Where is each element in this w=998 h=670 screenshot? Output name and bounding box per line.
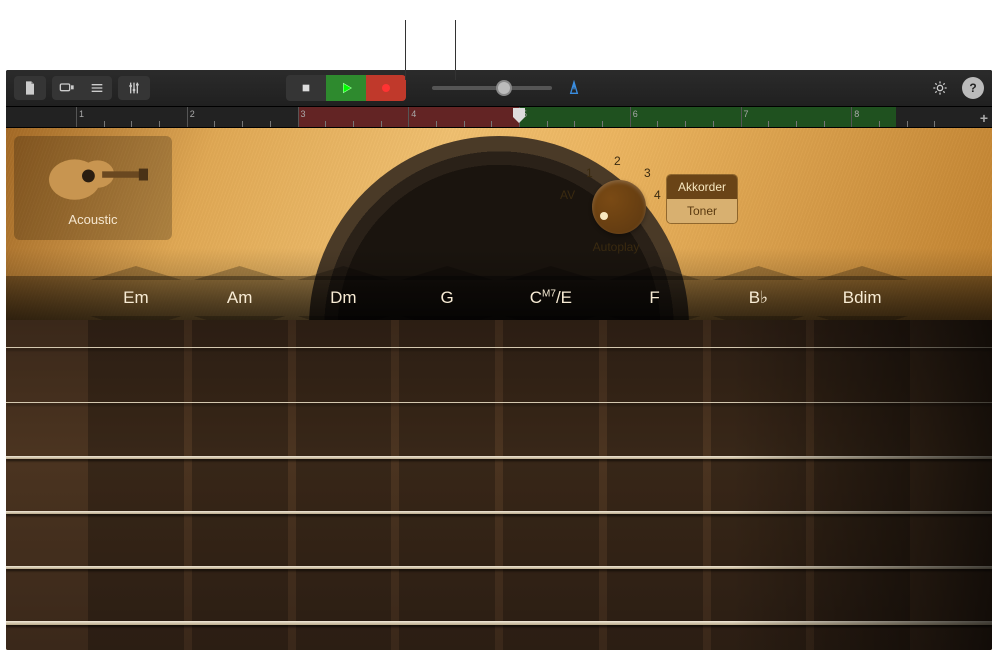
autoplay-tick-3: 3 — [644, 166, 651, 180]
ruler-bar-number: 8 — [854, 109, 859, 119]
stop-button[interactable] — [286, 75, 326, 101]
metronome-button[interactable] — [558, 76, 590, 100]
chord-button[interactable]: CM7/E — [499, 276, 603, 320]
ruler-barline — [851, 107, 852, 127]
record-icon — [378, 80, 394, 96]
chord-button[interactable]: G — [395, 276, 499, 320]
chord-button[interactable]: F — [603, 276, 707, 320]
ruler-barline — [408, 107, 409, 127]
ruler-barline — [298, 107, 299, 127]
ruler-barline — [187, 107, 188, 127]
play-icon — [338, 80, 354, 96]
string-row[interactable] — [6, 485, 992, 540]
add-section-button[interactable]: + — [980, 110, 988, 126]
string-row[interactable] — [6, 540, 992, 595]
guitar-string — [6, 456, 992, 458]
guitar-string — [6, 621, 992, 625]
ruler-bar-number: 3 — [301, 109, 306, 119]
playhead[interactable] — [512, 107, 526, 127]
ruler-bar-number: 7 — [744, 109, 749, 119]
autoplay-off-label: AV — [560, 188, 575, 202]
callout-overlay — [0, 0, 998, 70]
list-icon — [89, 80, 105, 96]
ruler-bar-number: 6 — [633, 109, 638, 119]
track-controls-button[interactable] — [118, 76, 150, 100]
timeline-ruler[interactable]: 12345678 + — [6, 106, 992, 128]
cycle-region-active — [519, 107, 896, 127]
stop-icon — [298, 80, 314, 96]
ruler-barline — [630, 107, 631, 127]
transport-controls — [286, 75, 406, 101]
metronome-icon — [566, 80, 582, 96]
guitar-string — [6, 566, 992, 569]
chord-button[interactable]: Dm — [292, 276, 396, 320]
ruler-barline — [741, 107, 742, 127]
app-window: ? 12345678 + — [6, 70, 992, 650]
string-row[interactable] — [6, 320, 992, 375]
string-row[interactable] — [6, 595, 992, 650]
view-segment — [52, 76, 112, 100]
chord-strip: EmAmDmGCM7/EFB♭Bdim — [6, 276, 992, 320]
volume-slider[interactable] — [432, 79, 552, 97]
instrument-selector[interactable]: Acoustic — [14, 136, 172, 240]
ruler-bar-number: 1 — [79, 109, 84, 119]
string-row[interactable] — [6, 430, 992, 485]
chord-button[interactable]: Em — [84, 276, 188, 320]
autoplay-tick-1: 1 — [586, 166, 593, 180]
fretboard — [6, 320, 992, 650]
my-songs-button[interactable] — [14, 76, 46, 100]
chord-button[interactable]: Am — [188, 276, 292, 320]
instrument-name: Acoustic — [68, 212, 117, 227]
device-icon — [59, 80, 75, 96]
autoplay-control: AV 1 2 3 4 Autoplay — [556, 152, 676, 272]
mode-chords-button[interactable]: Akkorder — [667, 175, 737, 199]
tracks-view-button[interactable] — [82, 76, 112, 100]
chord-button[interactable]: Bdim — [810, 276, 914, 320]
instrument-area: Acoustic AV 1 2 3 4 Autoplay Akkorder To… — [6, 128, 992, 650]
chord-button[interactable]: B♭ — [707, 276, 811, 320]
toolbar: ? — [6, 70, 992, 106]
guitar-string — [6, 347, 992, 348]
settings-button[interactable] — [924, 76, 956, 100]
help-button[interactable]: ? — [962, 77, 984, 99]
instrument-view-button[interactable] — [52, 76, 82, 100]
play-button[interactable] — [326, 75, 366, 101]
mode-toggle: Akkorder Toner — [666, 174, 738, 224]
guitar-string — [6, 511, 992, 514]
ruler-barline — [76, 107, 77, 127]
ruler-bar-number: 4 — [411, 109, 416, 119]
gear-icon — [932, 80, 948, 96]
autoplay-tick-4: 4 — [654, 188, 661, 202]
mode-notes-button[interactable]: Toner — [667, 199, 737, 223]
string-row[interactable] — [6, 375, 992, 430]
guitar-string — [6, 402, 992, 404]
autoplay-caption: Autoplay — [556, 240, 676, 254]
autoplay-tick-2: 2 — [614, 154, 621, 168]
playhead-icon — [512, 107, 526, 129]
file-icon — [22, 80, 38, 96]
autoplay-dial[interactable] — [592, 180, 646, 234]
ruler-bar-number: 2 — [190, 109, 195, 119]
record-button[interactable] — [366, 75, 406, 101]
sliders-icon — [126, 80, 142, 96]
acoustic-guitar-icon — [38, 142, 148, 208]
